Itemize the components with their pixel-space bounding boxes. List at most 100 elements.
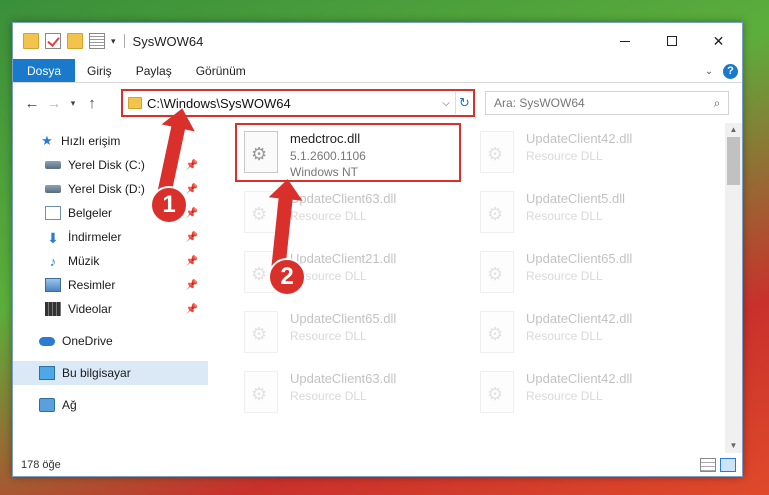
file-name: UpdateClient5.dll	[526, 191, 626, 206]
recent-locations-chevron-icon[interactable]: ▾	[65, 98, 81, 109]
close-icon: ✕	[712, 32, 725, 49]
file-item[interactable]: UpdateClient65.dll Resource DLL	[476, 247, 706, 305]
large-icons-view-icon[interactable]	[720, 458, 736, 472]
dll-file-icon	[244, 371, 278, 413]
scrollbar-thumb[interactable]	[727, 137, 740, 185]
dll-file-icon	[480, 311, 514, 353]
sidebar-item-videos[interactable]: Videolar 📌	[13, 297, 208, 321]
file-description: Resource DLL	[526, 149, 603, 163]
address-dropdown-chevron-icon[interactable]: ⌵	[437, 98, 455, 109]
address-path[interactable]: C:\Windows\SysWOW64	[147, 96, 437, 111]
sidebar-item-label: Videolar	[68, 302, 112, 316]
close-button[interactable]: ✕	[695, 23, 742, 59]
up-arrow-icon[interactable]: ↑	[81, 95, 103, 112]
file-description: Resource DLL	[526, 269, 603, 283]
navigation-pane: ★ Hızlı erişim Yerel Disk (C:) 📌 Yerel D…	[13, 123, 208, 453]
tab-view[interactable]: Görünüm	[184, 59, 258, 82]
network-icon	[39, 398, 55, 412]
file-item[interactable]: UpdateClient42.dll Resource DLL	[476, 307, 706, 365]
drive-icon	[45, 185, 61, 193]
tab-share[interactable]: Paylaş	[124, 59, 184, 82]
sidebar-item-label: Bu bilgisayar	[62, 366, 131, 380]
refresh-icon[interactable]: ↻	[455, 92, 473, 114]
file-item[interactable]: UpdateClient42.dll Resource DLL	[476, 367, 706, 425]
annotation-badge-1: 1	[150, 186, 188, 224]
selected-file-highlight	[235, 123, 461, 182]
file-item[interactable]: UpdateClient65.dll Resource DLL	[240, 307, 470, 365]
file-item[interactable]: UpdateClient5.dll Resource DLL	[476, 187, 706, 245]
search-icon[interactable]: ⌕	[706, 96, 728, 111]
scroll-down-icon[interactable]: ▼	[725, 439, 742, 453]
sidebar-item-downloads[interactable]: ⬇ İndirmeler 📌	[13, 225, 208, 249]
file-item[interactable]: UpdateClient42.dll Resource DLL	[476, 127, 706, 185]
file-name: UpdateClient42.dll	[526, 131, 633, 146]
properties-icon[interactable]	[89, 33, 105, 49]
scroll-up-icon[interactable]: ▲	[725, 123, 742, 137]
music-icon: ♪	[49, 254, 57, 269]
search-input[interactable]: Ara: SysWOW64	[486, 96, 706, 110]
properties-check-icon[interactable]	[45, 33, 61, 49]
maximize-button[interactable]	[648, 23, 695, 59]
pictures-icon	[45, 278, 61, 292]
tab-home[interactable]: Giriş	[75, 59, 124, 82]
minimize-button[interactable]	[601, 23, 648, 59]
folder-icon	[128, 97, 142, 109]
sidebar-item-label: İndirmeler	[68, 230, 122, 244]
pin-icon: 📌	[185, 159, 198, 171]
videos-icon	[45, 302, 61, 316]
ribbon-tabs: Dosya Giriş Paylaş Görünüm ⌄ ?	[13, 59, 742, 83]
file-description: Resource DLL	[526, 389, 603, 403]
details-view-icon[interactable]	[700, 458, 716, 472]
dll-file-icon	[480, 371, 514, 413]
vertical-scrollbar[interactable]: ▲ ▼	[725, 123, 742, 453]
sidebar-item-label: Hızlı erişim	[61, 134, 121, 148]
file-name: UpdateClient63.dll	[290, 371, 397, 386]
sidebar-item-label: Yerel Disk (C:)	[68, 158, 145, 172]
file-description: Resource DLL	[290, 209, 367, 223]
downloads-icon: ⬇	[47, 230, 59, 246]
file-name: UpdateClient63.dll	[290, 191, 397, 206]
star-icon: ★	[41, 133, 53, 148]
maximize-icon	[666, 36, 677, 46]
file-name: UpdateClient65.dll	[290, 311, 397, 326]
sidebar-item-label: Yerel Disk (D:)	[68, 182, 145, 196]
minimize-icon	[619, 40, 630, 42]
folder-icon[interactable]	[23, 33, 39, 49]
sidebar-item-pictures[interactable]: Resimler 📌	[13, 273, 208, 297]
file-name: UpdateClient21.dll	[290, 251, 397, 266]
file-name: UpdateClient42.dll	[526, 371, 633, 386]
file-description: Resource DLL	[526, 209, 603, 223]
computer-icon	[39, 366, 55, 380]
navigation-bar: ← → ▾ ↑ C:\Windows\SysWOW64 ⌵ ↻ Ara: Sys…	[13, 83, 742, 123]
annotation-badge-2: 2	[268, 258, 306, 296]
pin-icon: 📌	[185, 183, 198, 195]
drive-icon	[45, 161, 61, 169]
toolbar-divider	[123, 34, 125, 48]
window-title: SysWOW64	[132, 33, 204, 49]
sidebar-item-this-pc[interactable]: Bu bilgisayar	[13, 361, 208, 385]
sidebar-item-label: OneDrive	[62, 334, 113, 348]
new-folder-icon[interactable]	[67, 33, 83, 49]
tab-file[interactable]: Dosya	[13, 59, 76, 82]
documents-icon	[45, 206, 61, 220]
sidebar-item-onedrive[interactable]: OneDrive	[13, 329, 208, 353]
sidebar-item-music[interactable]: ♪ Müzik 📌	[13, 249, 208, 273]
file-description: Resource DLL	[526, 329, 603, 343]
back-arrow-icon[interactable]: ←	[21, 95, 43, 112]
file-name: UpdateClient42.dll	[526, 311, 633, 326]
file-description: Resource DLL	[290, 389, 367, 403]
expand-ribbon-chevron-icon[interactable]: ⌄	[701, 63, 717, 79]
sidebar-item-network[interactable]: Ağ	[13, 393, 208, 417]
pin-icon: 📌	[185, 255, 198, 267]
forward-arrow-icon[interactable]: →	[43, 95, 65, 112]
dll-file-icon	[480, 191, 514, 233]
quick-access-toolbar: ▾ SysWOW64	[23, 33, 203, 49]
pin-icon: 📌	[185, 303, 198, 315]
file-item[interactable]: UpdateClient63.dll Resource DLL	[240, 367, 470, 425]
cloud-icon	[39, 336, 55, 346]
help-icon[interactable]: ?	[723, 63, 738, 79]
status-bar: 178 öğe	[13, 454, 742, 476]
customize-toolbar-chevron-icon[interactable]: ▾	[111, 36, 116, 47]
search-box[interactable]: Ara: SysWOW64 ⌕	[485, 91, 729, 115]
sidebar-item-label: Belgeler	[68, 206, 113, 220]
